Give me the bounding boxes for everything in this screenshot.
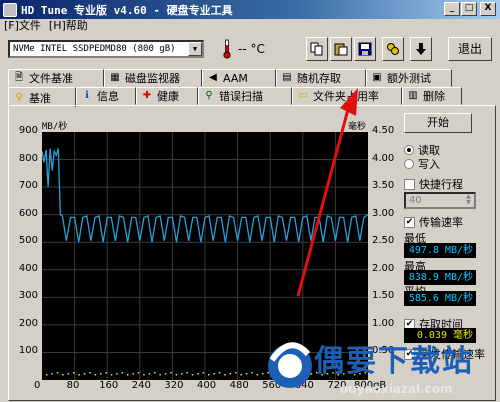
watermark-text: 偶要下载站 <box>314 344 474 379</box>
watermark-url: ouyaoxiazai.com <box>340 382 453 396</box>
watermark-logo: 偶要下载站 ouyaoxiazai.com <box>262 330 500 402</box>
watermark-emblem-icon <box>268 342 312 388</box>
